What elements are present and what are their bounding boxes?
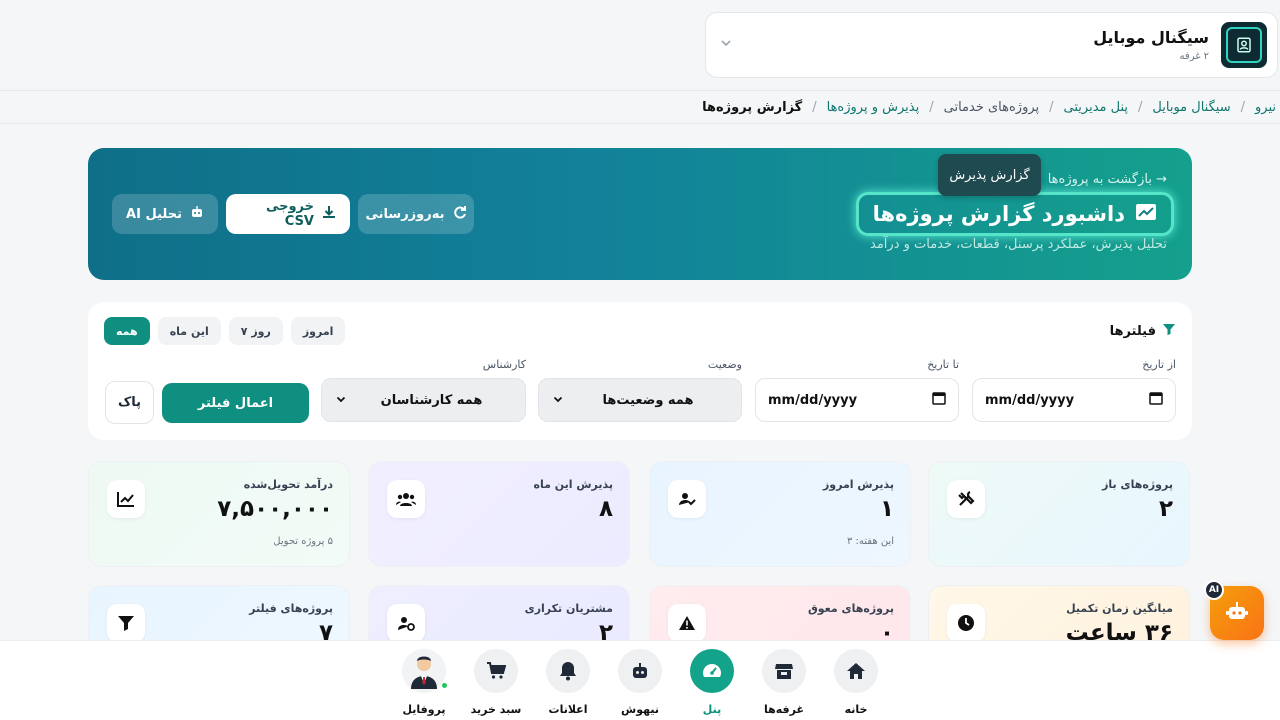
from-date-label: از تاریخ (1142, 358, 1176, 371)
avatar (402, 649, 448, 693)
chip-today[interactable]: امروز (290, 317, 346, 345)
user-check-icon (668, 480, 706, 518)
nav-stores[interactable]: غرفه‌ها (752, 649, 816, 716)
robot-icon (618, 649, 662, 693)
arrow-right-icon: → (1156, 172, 1167, 187)
nav-panel[interactable]: پنل (680, 649, 744, 716)
back-link[interactable]: → بازگشت به پروژه‌ها (1048, 172, 1167, 187)
status-select[interactable]: همه وضعیت‌ها (538, 378, 742, 422)
chip-all[interactable]: همه (104, 317, 150, 345)
to-date-input[interactable]: mm/dd/yyyy (755, 378, 959, 422)
nav-niihoosh[interactable]: نیهوش (608, 649, 672, 716)
refresh-button[interactable]: به‌روزرسانی (358, 194, 474, 234)
page-subtitle: تحلیل پذیرش، عملکرد پرسنل، قطعات، خدمات … (870, 237, 1167, 252)
filter-icon (107, 604, 145, 642)
calendar-icon (932, 391, 946, 409)
breadcrumb-item[interactable]: نیرو (1255, 100, 1276, 115)
chart-line-icon (107, 480, 145, 518)
ai-analysis-button[interactable]: تحلیل AI (112, 194, 218, 234)
chip-7-days[interactable]: ۷ روز (228, 317, 283, 345)
breadcrumb: نیرو / سیگنال موبایل / پنل مدیریتی / پرو… (0, 90, 1280, 124)
shop-subtitle: ۲ غرفه (1179, 51, 1209, 62)
cart-icon (474, 649, 518, 693)
breadcrumb-item[interactable]: سیگنال موبایل (1152, 100, 1230, 115)
filter-icon (1162, 322, 1176, 340)
technician-select[interactable]: همه کارشناسان (321, 378, 526, 422)
home-icon (834, 649, 878, 693)
ai-badge: AI (1204, 580, 1224, 600)
users-icon (387, 480, 425, 518)
chip-this-month[interactable]: این ماه (157, 317, 221, 345)
stat-card-month-admissions: پذیرش این ماه ۸ (368, 461, 630, 567)
nav-cart[interactable]: سبد خرید (464, 649, 528, 716)
page-title: داشبورد گزارش پروژه‌ها (855, 192, 1174, 236)
online-status-dot (441, 682, 448, 689)
tools-icon (947, 480, 985, 518)
nav-notifications[interactable]: اعلانات (536, 649, 600, 716)
filters-panel: فیلترها همه این ماه ۷ روز امروز از تاریخ… (88, 302, 1192, 440)
ai-assistant-button[interactable]: AI (1204, 580, 1264, 640)
user-repeat-icon (387, 604, 425, 642)
shop-logo (1221, 22, 1267, 68)
clear-filter-button[interactable]: پاک (105, 381, 154, 424)
tooltip: گزارش پذیرش (938, 154, 1041, 196)
warning-icon (668, 604, 706, 642)
stat-card-today-admissions: پذیرش امروز ۱ این هفته: ۳ (649, 461, 911, 567)
breadcrumb-item[interactable]: پنل مدیریتی (1064, 100, 1128, 115)
bell-icon (546, 649, 590, 693)
download-icon (322, 205, 336, 223)
apply-filter-button[interactable]: اعمال فیلتر (162, 383, 309, 423)
breadcrumb-current: گزارش پروژه‌ها (702, 99, 803, 115)
bottom-nav: خانه غرفه‌ها پنل نیهوش اعلانات سبد خرید (0, 640, 1280, 720)
nav-profile[interactable]: پروفایل (392, 649, 456, 716)
nav-home[interactable]: خانه (824, 649, 888, 716)
export-csv-button[interactable]: خروجی CSV (226, 194, 350, 234)
stat-card-revenue: درآمد تحویل‌شده ۷,۵۰۰,۰۰۰ ۵ پروژه تحویل (88, 461, 350, 567)
dashboard-icon (690, 649, 734, 693)
stat-card-open-projects: پروژه‌های باز ۲ (928, 461, 1190, 567)
chevron-down-icon[interactable] (720, 37, 732, 53)
chevron-down-icon (553, 393, 563, 408)
store-icon (762, 649, 806, 693)
breadcrumb-item[interactable]: پروژه‌های خدماتی (944, 100, 1040, 115)
calendar-icon (1149, 391, 1163, 409)
clock-icon (947, 604, 985, 642)
from-date-input[interactable]: mm/dd/yyyy (972, 378, 1176, 422)
shop-selector[interactable]: سیگنال موبایل ۲ غرفه (705, 12, 1278, 78)
technician-label: کارشناس (482, 358, 526, 371)
robot-icon (190, 205, 204, 223)
breadcrumb-item[interactable]: پذیرش و پروژه‌ها (827, 100, 920, 115)
to-date-label: تا تاریخ (927, 358, 959, 371)
chevron-down-icon (336, 393, 346, 408)
robot-icon (1226, 601, 1248, 625)
filters-title: فیلترها (1110, 322, 1176, 340)
chart-line-icon (1135, 202, 1157, 226)
refresh-icon (453, 205, 467, 223)
shop-name: سیگنال موبایل (1093, 28, 1209, 47)
status-label: وضعیت (707, 358, 742, 371)
